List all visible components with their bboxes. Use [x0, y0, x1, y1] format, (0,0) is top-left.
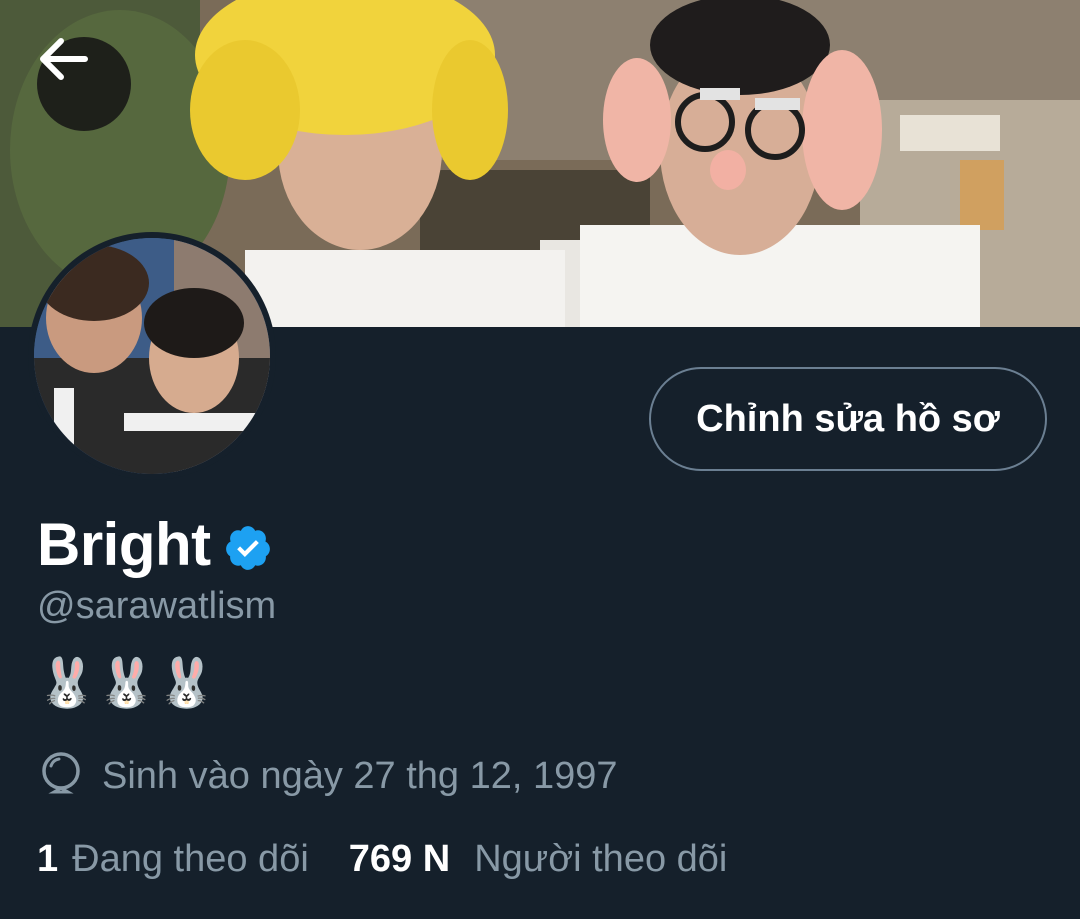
profile-handle: @sarawatlism [37, 585, 277, 627]
display-name: Bright [37, 511, 211, 578]
following-label: Đang theo dõi [72, 838, 309, 880]
birthdate-text: Sinh vào ngày 27 thg 12, 1997 [102, 754, 618, 797]
avatar-image [34, 238, 270, 474]
edit-profile-button[interactable]: Chỉnh sửa hồ sơ [649, 367, 1047, 471]
back-button[interactable] [37, 37, 131, 131]
arrow-left-icon [40, 38, 88, 80]
follow-stats: 1 Đang theo dõi 769 N Người theo dõi [37, 838, 727, 881]
verified-badge-icon [225, 525, 270, 570]
followers-count: 769 N [348, 838, 451, 880]
followers-label: Người theo dõi [474, 838, 728, 880]
edit-profile-label: Chỉnh sửa hồ sơ [696, 397, 1000, 440]
balloon-icon [42, 752, 80, 794]
followers-link[interactable]: 769 N Người theo dõi [349, 838, 728, 881]
following-link[interactable]: 1 Đang theo dõi [37, 838, 309, 881]
avatar[interactable] [28, 232, 276, 480]
profile-bio: 🐰🐰🐰 [37, 657, 217, 710]
following-count: 1 [37, 838, 59, 880]
profile-name-row: Bright [37, 510, 273, 579]
birthdate-row: Sinh vào ngày 27 thg 12, 1997 [40, 752, 618, 800]
